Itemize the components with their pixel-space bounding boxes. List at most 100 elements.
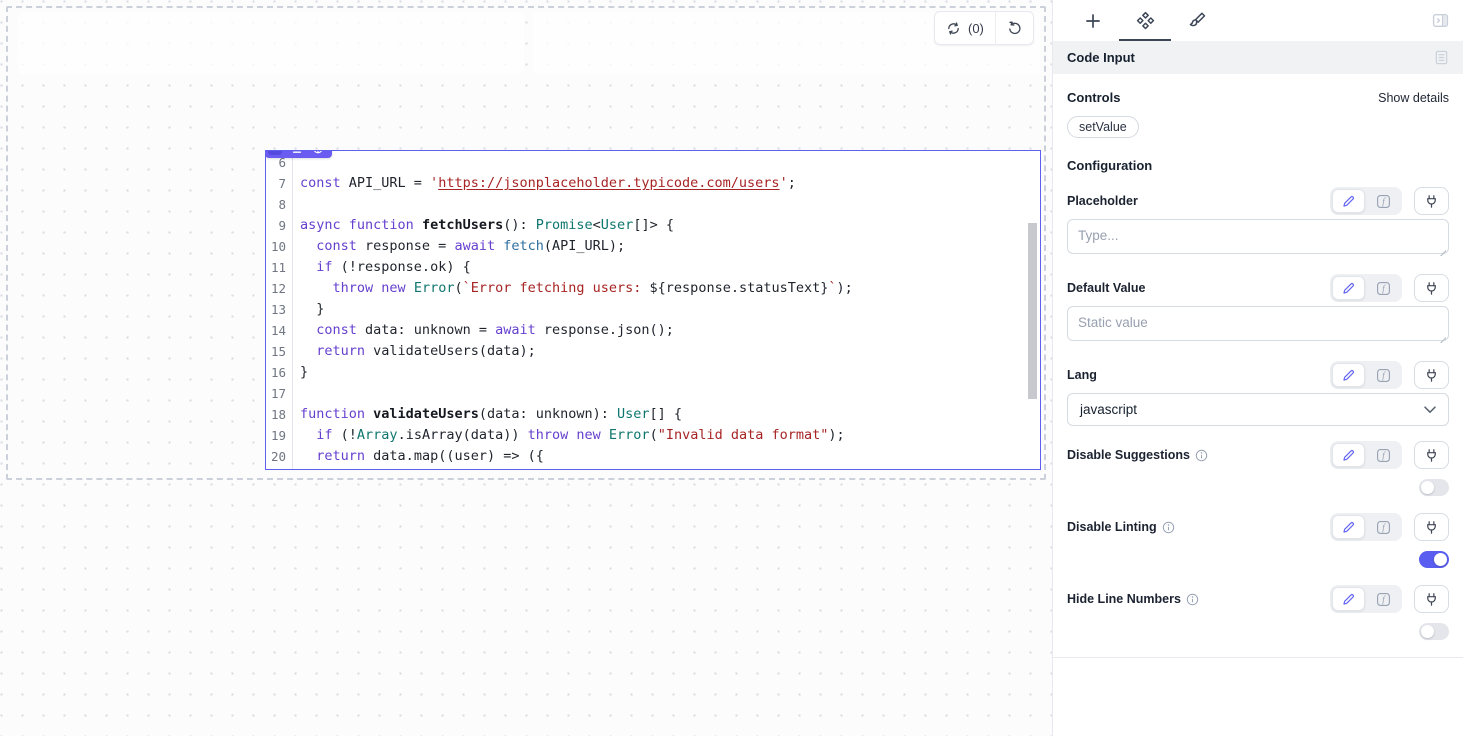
- code-text: [293, 194, 300, 215]
- line-number: 16: [266, 362, 293, 383]
- code-line[interactable]: 10 const response = await fetch(API_URL)…: [266, 236, 1040, 257]
- inspector-body: Controls Show details setValue Configura…: [1053, 74, 1463, 736]
- code-editor-scrollbar[interactable]: [1028, 223, 1037, 399]
- value-mode-segmented-control: f: [1330, 187, 1402, 215]
- connect-data-button[interactable]: [1414, 361, 1449, 389]
- refresh-icon: [946, 21, 961, 36]
- code-line[interactable]: 21: [266, 467, 1040, 470]
- controls-title: Controls: [1067, 90, 1120, 105]
- pencil-icon: [1341, 368, 1356, 383]
- disable-linting-toggle[interactable]: [1419, 551, 1449, 568]
- line-number: 11: [266, 257, 293, 278]
- fx-icon: f: [1376, 448, 1391, 463]
- pencil-mode-button[interactable]: [1332, 515, 1365, 539]
- code-text: const API_URL = 'https://jsonplaceholder…: [293, 173, 796, 194]
- code-input-widget[interactable]: a 67const API_URL = 'https://jsonplaceho…: [265, 150, 1041, 470]
- line-number: 19: [266, 425, 293, 446]
- code-line[interactable]: 11 if (!response.ok) {: [266, 257, 1040, 278]
- toggle-knob: [1421, 625, 1434, 638]
- line-number: 17: [266, 383, 293, 404]
- hide-line-numbers-toggle[interactable]: [1419, 623, 1449, 640]
- widget-type-badge: a: [268, 150, 282, 155]
- line-number: 21: [266, 467, 293, 470]
- code-text: }: [293, 362, 308, 383]
- show-details-link[interactable]: Show details: [1378, 91, 1449, 105]
- connect-data-button[interactable]: [1414, 441, 1449, 469]
- fx-icon: f: [1376, 592, 1391, 607]
- placeholder-input[interactable]: [1067, 219, 1449, 254]
- config-field-default-value: Default Valuef: [1067, 274, 1449, 346]
- code-line[interactable]: 6: [266, 152, 1040, 173]
- placeholder-widget[interactable]: [18, 12, 524, 74]
- default-value-input[interactable]: [1067, 306, 1449, 341]
- fx-mode-button[interactable]: f: [1367, 515, 1400, 539]
- fx-mode-button[interactable]: f: [1367, 443, 1400, 467]
- field-label: Hide Line Numbers: [1067, 592, 1181, 606]
- download-icon[interactable]: [291, 150, 303, 154]
- pencil-icon: [1341, 592, 1356, 607]
- fx-mode-button[interactable]: f: [1367, 276, 1400, 300]
- refresh-count: (0): [968, 21, 984, 36]
- code-line[interactable]: 18function validateUsers(data: unknown):…: [266, 404, 1040, 425]
- code-line[interactable]: 7const API_URL = 'https://jsonplaceholde…: [266, 173, 1040, 194]
- connect-data-button[interactable]: [1414, 585, 1449, 613]
- history-icon: [1007, 21, 1022, 36]
- code-line[interactable]: 13 }: [266, 299, 1040, 320]
- anchor-icon[interactable]: [312, 150, 324, 154]
- editor-canvas[interactable]: (0) a 67const API_URL = 'https://jsonpla…: [0, 0, 1052, 736]
- svg-text:f: f: [1382, 283, 1386, 293]
- code-line[interactable]: 16}: [266, 362, 1040, 383]
- components-tab[interactable]: [1119, 0, 1171, 41]
- pencil-mode-button[interactable]: [1332, 443, 1365, 467]
- connect-data-button[interactable]: [1414, 513, 1449, 541]
- widget-toolbar: a: [265, 150, 332, 158]
- code-text: return data.map((user) => ({: [293, 446, 544, 467]
- collapse-panel-icon: [1432, 12, 1449, 29]
- history-button[interactable]: [996, 12, 1033, 44]
- plug-icon: [1424, 520, 1439, 535]
- value-mode-segmented-control: f: [1330, 274, 1402, 302]
- pencil-mode-button[interactable]: [1332, 189, 1365, 213]
- document-icon[interactable]: [1434, 50, 1449, 65]
- configuration-fields: PlaceholderfDefault ValuefLangfjavascrip…: [1067, 187, 1449, 640]
- app-root: (0) a 67const API_URL = 'https://jsonpla…: [0, 0, 1463, 736]
- code-line[interactable]: 12 throw new Error(`Error fetching users…: [266, 278, 1040, 299]
- code-line[interactable]: 17: [266, 383, 1040, 404]
- line-number: 7: [266, 173, 293, 194]
- code-text: const data: unknown = await response.jso…: [293, 320, 674, 341]
- code-text: async function fetchUsers(): Promise<Use…: [293, 215, 674, 236]
- info-icon: [1162, 521, 1175, 534]
- lang-select[interactable]: javascript: [1067, 393, 1449, 426]
- svg-text:f: f: [1382, 594, 1386, 604]
- value-mode-segmented-control: f: [1330, 585, 1402, 613]
- code-line[interactable]: 9async function fetchUsers(): Promise<Us…: [266, 215, 1040, 236]
- add-tab[interactable]: [1067, 0, 1119, 41]
- fx-mode-button[interactable]: f: [1367, 363, 1400, 387]
- styles-tab[interactable]: [1171, 0, 1223, 41]
- info-icon: [1186, 593, 1199, 606]
- disable-suggestions-toggle[interactable]: [1419, 479, 1449, 496]
- pencil-mode-button[interactable]: [1332, 363, 1365, 387]
- code-line[interactable]: 8: [266, 194, 1040, 215]
- code-text: throw new Error(`Error fetching users: $…: [293, 278, 853, 299]
- refresh-button[interactable]: (0): [935, 12, 995, 44]
- field-label: Lang: [1067, 368, 1097, 382]
- code-line[interactable]: 19 if (!Array.isArray(data)) throw new E…: [266, 425, 1040, 446]
- value-mode-segmented-control: f: [1330, 513, 1402, 541]
- connect-data-button[interactable]: [1414, 274, 1449, 302]
- fx-mode-button[interactable]: f: [1367, 189, 1400, 213]
- code-text: function validateUsers(data: unknown): U…: [293, 404, 682, 425]
- svg-text:f: f: [1382, 196, 1386, 206]
- pencil-mode-button[interactable]: [1332, 587, 1365, 611]
- setvalue-chip[interactable]: setValue: [1067, 116, 1139, 138]
- code-line[interactable]: 14 const data: unknown = await response.…: [266, 320, 1040, 341]
- connect-data-button[interactable]: [1414, 187, 1449, 215]
- config-field-hide-line-numbers: Hide Line Numbers f: [1067, 585, 1449, 640]
- code-line[interactable]: 20 return data.map((user) => ({: [266, 446, 1040, 467]
- plug-icon: [1424, 194, 1439, 209]
- fx-mode-button[interactable]: f: [1367, 587, 1400, 611]
- code-editor[interactable]: 67const API_URL = 'https://jsonplacehold…: [266, 151, 1040, 470]
- pencil-mode-button[interactable]: [1332, 276, 1365, 300]
- code-line[interactable]: 15 return validateUsers(data);: [266, 341, 1040, 362]
- collapse-panel-button[interactable]: [1432, 0, 1449, 41]
